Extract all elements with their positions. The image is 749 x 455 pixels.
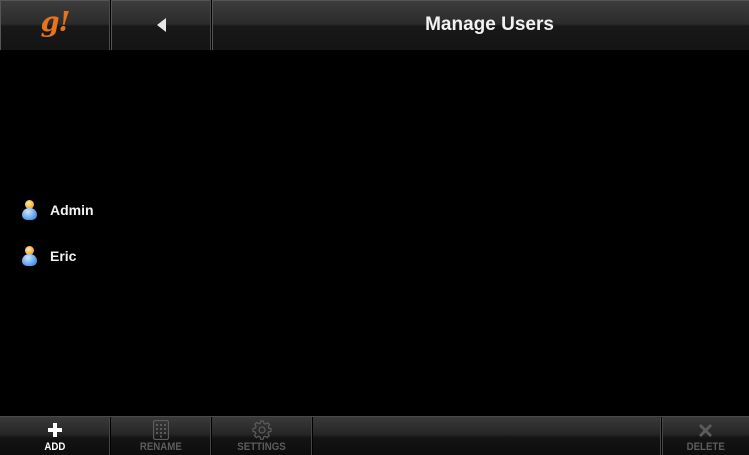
user-item-admin[interactable]: Admin bbox=[22, 197, 94, 223]
back-arrow-icon bbox=[156, 18, 166, 32]
user-icon bbox=[22, 246, 37, 266]
toolbar-spacer bbox=[313, 417, 662, 455]
manage-users-screen: g! Manage Users Admin Eric ADD RENAME SE… bbox=[0, 0, 749, 455]
header-bar: g! Manage Users bbox=[0, 0, 749, 51]
bottom-toolbar: ADD RENAME SETTINGS DELETE bbox=[0, 416, 749, 455]
x-icon bbox=[699, 419, 712, 441]
plus-icon bbox=[48, 419, 62, 441]
user-name: Eric bbox=[50, 248, 77, 264]
add-button[interactable]: ADD bbox=[0, 417, 111, 455]
rename-button[interactable]: RENAME bbox=[111, 417, 212, 455]
back-button[interactable] bbox=[111, 0, 212, 50]
g-logo-icon: g! bbox=[40, 6, 71, 38]
add-label: ADD bbox=[44, 441, 66, 453]
settings-label: SETTINGS bbox=[237, 441, 287, 453]
title-bar: Manage Users bbox=[212, 0, 749, 50]
page-title: Manage Users bbox=[425, 14, 554, 35]
settings-button[interactable]: SETTINGS bbox=[212, 417, 313, 455]
gear-icon bbox=[252, 419, 272, 441]
user-icon bbox=[22, 200, 37, 220]
rename-label: RENAME bbox=[140, 441, 182, 453]
keypad-icon bbox=[153, 419, 169, 441]
user-list: Admin Eric bbox=[0, 52, 749, 416]
logo-button[interactable]: g! bbox=[0, 0, 111, 50]
delete-button[interactable]: DELETE bbox=[662, 417, 749, 455]
user-name: Admin bbox=[50, 202, 94, 218]
user-item-eric[interactable]: Eric bbox=[22, 243, 76, 269]
delete-label: DELETE bbox=[686, 441, 725, 453]
